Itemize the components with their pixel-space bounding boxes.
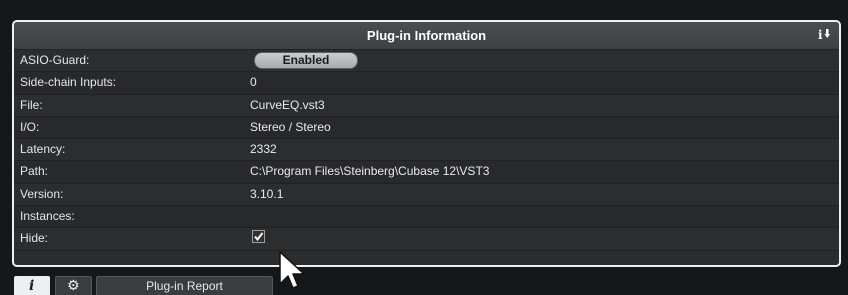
row-label: ASIO-Guard: xyxy=(20,53,90,67)
row-value: 3.10.1 xyxy=(250,186,284,201)
row-instances: Instances: xyxy=(14,206,839,229)
row-asio-guard: ASIO-Guard: Enabled xyxy=(14,50,839,73)
info-icon: i xyxy=(29,278,35,294)
plugin-information-panel: Plug-in Information i ASIO-Guard: Enable… xyxy=(12,20,841,267)
hide-checkbox[interactable] xyxy=(252,230,265,244)
asio-guard-enabled-button[interactable]: Enabled xyxy=(254,52,358,69)
row-label: I/O: xyxy=(20,119,40,134)
row-label: File: xyxy=(20,97,43,112)
info-rows: ASIO-Guard: Enabled Side-chain Inputs: 0… xyxy=(14,50,839,251)
row-hide: Hide: xyxy=(14,228,839,251)
mouse-cursor-icon xyxy=(279,251,305,289)
row-io: I/O: Stereo / Stereo xyxy=(14,116,839,140)
row-side-chain-inputs: Side-chain Inputs: 0 xyxy=(14,72,839,95)
plugin-information-window: Plug-in Information i ASIO-Guard: Enable… xyxy=(0,0,848,295)
gear-icon: ⚙ xyxy=(67,277,80,293)
settings-tab-button[interactable]: ⚙ xyxy=(55,276,92,295)
checkmark-icon xyxy=(254,232,264,242)
info-tab-button[interactable]: i xyxy=(14,276,50,295)
row-value: C:\Program Files\Steinberg\Cubase 12\VST… xyxy=(250,164,490,179)
row-latency: Latency: 2332 xyxy=(14,139,839,162)
info-download-icon[interactable]: i xyxy=(817,28,833,42)
row-label: Side-chain Inputs: xyxy=(20,75,117,90)
row-value: Stereo / Stereo xyxy=(250,119,331,134)
plugin-report-button[interactable]: Plug-in Report xyxy=(96,276,273,295)
row-value: 0 xyxy=(250,75,257,90)
row-label: Version: xyxy=(20,186,64,201)
svg-text:i: i xyxy=(818,28,823,42)
panel-header: Plug-in Information i xyxy=(14,22,839,50)
row-label: Instances: xyxy=(20,209,75,224)
row-value: CurveEQ.vst3 xyxy=(250,97,325,112)
row-value: 2332 xyxy=(250,142,277,157)
row-file: File: CurveEQ.vst3 xyxy=(14,94,839,117)
row-version: Version: 3.10.1 xyxy=(14,183,839,207)
row-path: Path: C:\Program Files\Steinberg\Cubase … xyxy=(14,161,839,184)
panel-title: Plug-in Information xyxy=(366,28,487,43)
row-label: Path: xyxy=(20,164,49,179)
row-label: Hide: xyxy=(20,231,49,246)
row-label: Latency: xyxy=(20,142,66,157)
